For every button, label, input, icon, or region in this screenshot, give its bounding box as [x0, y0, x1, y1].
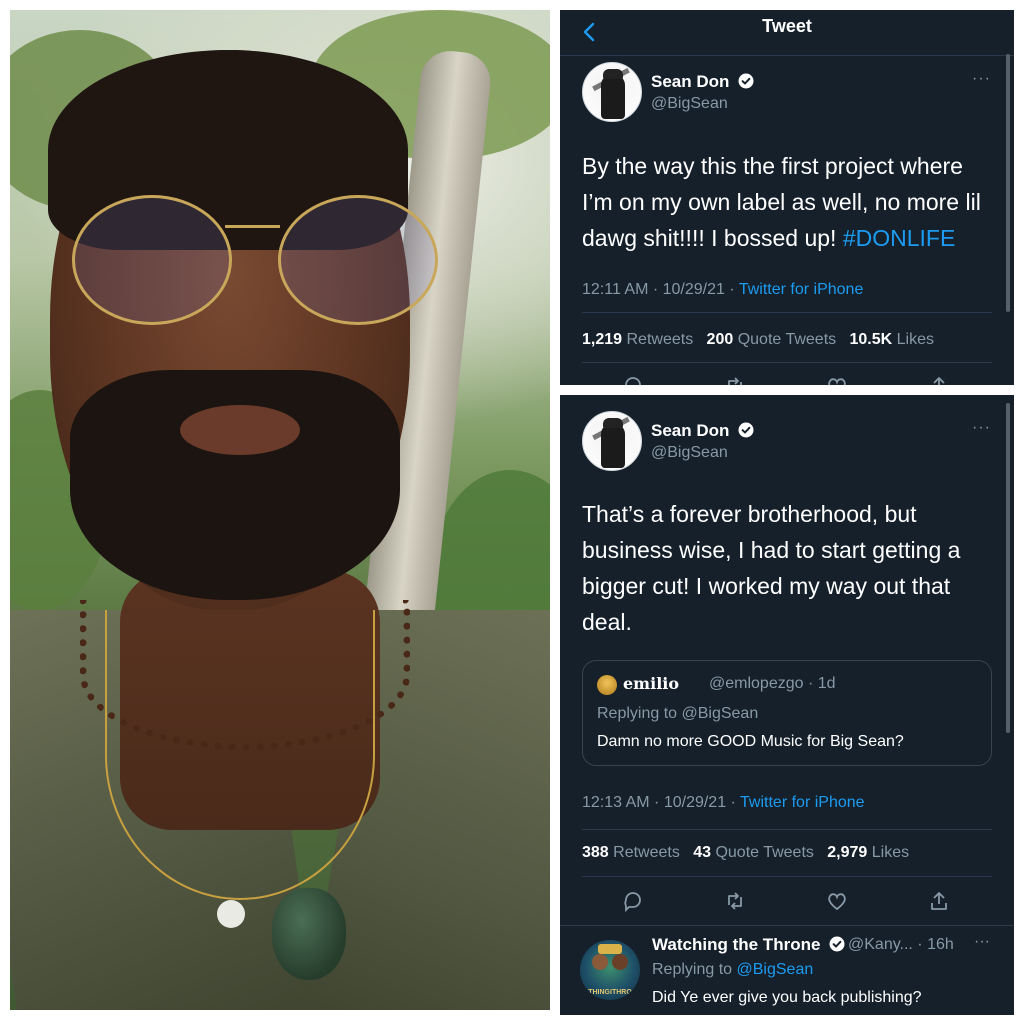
scrollbar[interactable]	[1006, 403, 1010, 733]
likes-count: 2,979	[827, 844, 868, 861]
quote-tweets-count: 200	[706, 331, 734, 348]
tweet-stats: 388 Retweets 43 Quote Tweets 2,979 Likes	[582, 844, 909, 862]
retweets-stat[interactable]: 1,219 Retweets	[582, 331, 693, 348]
tweet-time-date: 12:11 AM · 10/29/21 ·	[582, 281, 739, 298]
photo-lips	[180, 405, 300, 455]
reply-icon[interactable]	[621, 374, 645, 385]
avatar[interactable]	[582, 62, 642, 122]
tweet-actions	[560, 889, 1014, 919]
verified-badge-icon	[829, 936, 845, 952]
likes-count: 10.5K	[849, 331, 893, 348]
photo-glasses-lens	[278, 195, 438, 325]
author-name[interactable]: Sean Don	[651, 72, 754, 92]
more-icon[interactable]: ···	[972, 419, 991, 437]
photo-jade-pendant	[272, 888, 346, 980]
share-icon[interactable]	[927, 889, 951, 913]
tweet-timestamp: 12:11 AM · 10/29/21 · Twitter for iPhone	[582, 281, 863, 299]
author-handle[interactable]: @BigSean	[651, 95, 728, 113]
avatar-face	[592, 954, 608, 970]
more-icon[interactable]: ···	[972, 70, 991, 88]
quoted-author-name: emilio	[623, 674, 680, 693]
photo-glasses-lens	[72, 195, 232, 325]
avatar-figure	[601, 424, 625, 468]
tweet-source-link[interactable]: Twitter for iPhone	[740, 794, 865, 811]
quote-tweets-label: Quote Tweets	[715, 844, 814, 861]
retweets-label: Retweets	[613, 844, 680, 861]
likes-label: Likes	[871, 844, 910, 861]
divider	[582, 312, 992, 313]
reply-avatar[interactable]: THINGITHRO	[580, 940, 640, 1000]
likes-label: Likes	[896, 331, 934, 348]
tweet-text: That’s a forever brotherhood, but busine…	[582, 501, 961, 635]
avatar-figure	[601, 75, 625, 119]
author-name[interactable]: Sean Don	[651, 421, 754, 441]
divider	[582, 829, 992, 830]
reply-replying-to: Replying to @BigSean	[652, 961, 813, 979]
avatar-crown	[598, 944, 622, 954]
retweet-icon[interactable]	[723, 374, 747, 385]
tweet-panel-bottom: Sean Don @BigSean ··· That’s a forever b…	[560, 395, 1014, 1015]
quote-tweets-count: 43	[693, 844, 711, 861]
tweet-panel-top: Tweet Sean Don @BigSean ··· By the way t…	[560, 10, 1014, 385]
verified-badge-icon	[738, 73, 754, 89]
likes-stat[interactable]: 10.5K Likes	[849, 331, 934, 348]
retweets-label: Retweets	[626, 331, 694, 348]
divider	[582, 876, 992, 877]
photo-glasses-bridge	[225, 225, 280, 228]
selfie-photo	[10, 10, 550, 1010]
avatar-caption: THINGITHRO	[588, 989, 632, 996]
tweet-text: By the way this the first project where …	[582, 148, 994, 256]
quoted-replying-to: Replying to @BigSean	[597, 705, 759, 722]
retweets-count: 1,219	[582, 331, 623, 348]
reply-text: Did Ye ever give you back publishing?	[652, 989, 922, 1006]
mention-link[interactable]: @BigSean	[737, 961, 814, 978]
quoted-text: Damn no more GOOD Music for Big Sean?	[597, 733, 904, 750]
tweet-stats: 1,219 Retweets 200 Quote Tweets 10.5K Li…	[582, 331, 934, 349]
verified-badge-icon	[738, 422, 754, 438]
tweet-nav-header: Tweet	[560, 10, 1014, 56]
divider	[560, 925, 1014, 926]
share-icon[interactable]	[927, 374, 951, 385]
author-name-text: Sean Don	[651, 72, 730, 91]
like-icon[interactable]	[825, 889, 849, 913]
retweets-count: 388	[582, 844, 609, 861]
replying-prefix: Replying to	[652, 961, 737, 978]
avatar-hat	[603, 418, 623, 428]
reply-author-handle[interactable]: @Kany... · 16h	[848, 936, 954, 954]
quoted-avatar	[597, 675, 617, 695]
tweet-source-link[interactable]: Twitter for iPhone	[739, 281, 864, 298]
avatar[interactable]	[582, 411, 642, 471]
divider	[582, 362, 992, 363]
quoted-author-handle: @emlopezgo · 1d	[709, 675, 836, 692]
quote-tweets-label: Quote Tweets	[737, 331, 837, 348]
author-handle[interactable]: @BigSean	[651, 444, 728, 462]
retweets-stat[interactable]: 388 Retweets	[582, 844, 680, 861]
avatar-face	[612, 954, 628, 970]
like-icon[interactable]	[825, 374, 849, 385]
reply-author-name[interactable]: Watching the Throne	[652, 935, 845, 955]
page-title: Tweet	[762, 16, 812, 36]
quote-tweets-stat[interactable]: 200 Quote Tweets	[707, 331, 837, 348]
likes-stat[interactable]: 2,979 Likes	[827, 844, 909, 861]
photo-gold-chain	[105, 610, 375, 900]
reply-author-name-text: Watching the Throne	[652, 935, 821, 954]
photo-shirt-button	[217, 900, 245, 928]
author-name-text: Sean Don	[651, 421, 730, 440]
tweet-actions	[560, 374, 1014, 385]
avatar-hat	[603, 69, 623, 79]
tweet-timestamp: 12:13 AM · 10/29/21 · Twitter for iPhone	[582, 794, 865, 812]
scrollbar[interactable]	[1006, 54, 1010, 312]
quoted-tweet[interactable]: emilio @emlopezgo · 1d Replying to @BigS…	[582, 660, 992, 766]
reply-icon[interactable]	[621, 889, 645, 913]
more-icon[interactable]: ···	[974, 933, 990, 951]
retweet-icon[interactable]	[723, 889, 747, 913]
quote-tweets-stat[interactable]: 43 Quote Tweets	[693, 844, 814, 861]
hashtag-link[interactable]: #DONLIFE	[843, 225, 955, 251]
tweet-time-date: 12:13 AM · 10/29/21 ·	[582, 794, 741, 811]
